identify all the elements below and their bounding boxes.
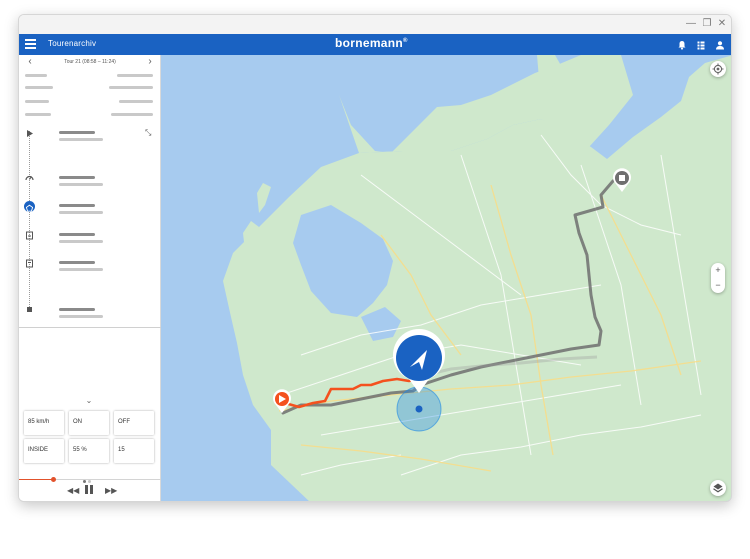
event-title-placeholder xyxy=(59,204,95,207)
pause-icon[interactable] xyxy=(85,485,95,497)
speed-stat: 85 km/h xyxy=(24,411,64,435)
playback-progress-fill xyxy=(19,479,53,480)
app-bar: Tourenarchiv bornemann® xyxy=(19,34,731,55)
collapse-chevron-icon[interactable]: ⌄ xyxy=(83,396,95,405)
event-subtitle-placeholder xyxy=(59,183,103,186)
page-title: Tourenarchiv xyxy=(48,39,97,48)
summary-label-placeholder xyxy=(25,86,53,89)
sidebar-divider xyxy=(19,327,161,328)
zoom-out-button[interactable]: − xyxy=(711,278,725,293)
island xyxy=(257,183,271,213)
tour-navigation: ‹ Tour 21 (08:58 – 11:24) › xyxy=(19,55,161,70)
event-subtitle-placeholder xyxy=(59,268,103,271)
event-title-placeholder xyxy=(59,308,95,311)
menu-icon[interactable] xyxy=(25,39,36,50)
app-window: — ❐ ✕ Tourenarchiv bornemann® ‹ Tour 21 … xyxy=(18,14,732,502)
event-title-placeholder xyxy=(59,261,95,264)
ignition-stat: ON xyxy=(69,411,109,435)
event-subtitle-placeholder xyxy=(59,138,103,141)
bell-icon[interactable] xyxy=(677,40,687,50)
playback-progress[interactable] xyxy=(19,477,161,482)
summary-value-placeholder xyxy=(117,74,153,77)
close-icon[interactable]: ✕ xyxy=(716,18,728,30)
fuel-stat: 55 % xyxy=(69,439,109,463)
summary-value-placeholder xyxy=(111,113,153,116)
land-area xyxy=(339,55,633,153)
zoom-in-button[interactable]: + xyxy=(711,263,725,278)
fast-forward-icon[interactable]: ▶▶ xyxy=(105,486,117,496)
zoom-control: + − xyxy=(711,263,725,293)
layers-icon xyxy=(713,483,723,493)
summary-label-placeholder xyxy=(25,100,49,103)
window-titlebar: — ❐ ✕ xyxy=(19,15,731,34)
playback-controls: ◀◀ ▶▶ xyxy=(19,481,161,501)
event-subtitle-placeholder xyxy=(59,211,103,214)
status-stat: OFF xyxy=(114,411,154,435)
event-title-placeholder xyxy=(59,131,95,134)
map-canvas[interactable] xyxy=(161,55,732,502)
next-tour-chevron-icon[interactable]: › xyxy=(145,56,155,67)
brand-logo: bornemann® xyxy=(335,36,408,50)
summary-value-placeholder xyxy=(119,100,153,103)
maximize-icon[interactable]: ❐ xyxy=(701,18,713,30)
summary-label-placeholder xyxy=(25,113,51,116)
summary-value-placeholder xyxy=(109,86,153,89)
gauge-icon xyxy=(25,175,34,181)
play-icon xyxy=(27,130,33,137)
brand-mark: ® xyxy=(403,38,408,44)
layers-button[interactable] xyxy=(710,480,726,496)
crosshair-icon xyxy=(712,63,724,75)
document-icon xyxy=(26,259,33,268)
tour-sidebar: ‹ Tour 21 (08:58 – 11:24) › ⤡ ⌄ 85 km/h … xyxy=(19,55,161,501)
square-icon xyxy=(27,307,32,312)
expand-icon[interactable]: ⤡ xyxy=(145,129,153,137)
count-stat: 15 xyxy=(114,439,154,463)
rewind-icon[interactable]: ◀◀ xyxy=(67,486,79,496)
event-title-placeholder xyxy=(59,233,95,236)
user-icon[interactable] xyxy=(715,40,725,50)
vehicle-position-dot xyxy=(415,405,423,413)
event-title-placeholder xyxy=(59,176,95,179)
brand-name: bornemann xyxy=(335,36,404,50)
event-subtitle-placeholder xyxy=(59,315,103,318)
event-subtitle-placeholder xyxy=(59,240,103,243)
route-map[interactable]: + − xyxy=(161,55,732,502)
locate-button[interactable] xyxy=(710,61,726,77)
document-icon xyxy=(26,231,33,240)
timeline-connector xyxy=(29,131,30,307)
stop-circle-icon[interactable] xyxy=(24,201,35,212)
geofence-stat: INSIDE xyxy=(24,439,64,463)
minimize-icon[interactable]: — xyxy=(685,18,697,30)
summary-label-placeholder xyxy=(25,74,47,77)
list-icon[interactable] xyxy=(696,40,706,50)
tour-label: Tour 21 (08:58 – 11:24) xyxy=(64,59,116,65)
